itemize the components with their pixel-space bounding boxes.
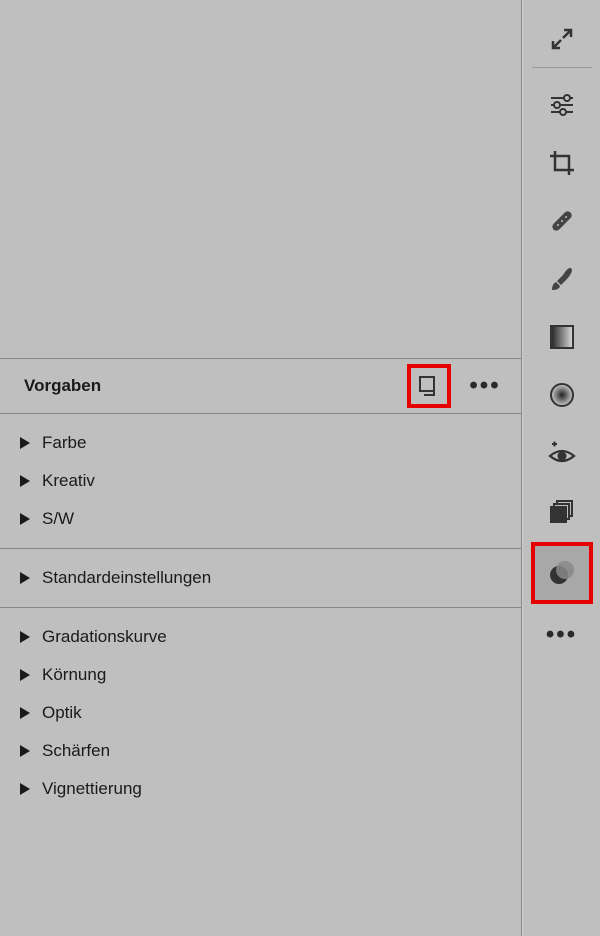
- presets-panel: Vorgaben ••• Farbe Kreativ S/W: [0, 0, 522, 936]
- chevron-right-icon: [20, 669, 30, 681]
- chevron-right-icon: [20, 572, 30, 584]
- collapse-panels-button[interactable]: [532, 10, 592, 68]
- presets-icon: [546, 557, 578, 589]
- preset-group-kreativ[interactable]: Kreativ: [0, 462, 521, 500]
- new-preset-icon: [418, 375, 440, 397]
- preset-group-vignettierung[interactable]: Vignettierung: [0, 770, 521, 808]
- collapse-icon: [549, 26, 575, 52]
- linear-gradient-button[interactable]: [532, 308, 592, 366]
- chevron-right-icon: [20, 707, 30, 719]
- preset-label: Standardeinstellungen: [42, 568, 211, 588]
- preset-group-optik[interactable]: Optik: [0, 694, 521, 732]
- redeye-button[interactable]: [532, 424, 592, 482]
- panel-header: Vorgaben •••: [0, 358, 521, 414]
- preset-label: Farbe: [42, 433, 86, 453]
- toolbar-more-button[interactable]: •••: [532, 606, 592, 664]
- radial-gradient-icon: [548, 381, 576, 409]
- panel-more-button[interactable]: •••: [463, 364, 507, 408]
- preset-group-koernung[interactable]: Körnung: [0, 656, 521, 694]
- radial-gradient-button[interactable]: [532, 366, 592, 424]
- preset-group-farbe[interactable]: Farbe: [0, 424, 521, 462]
- preset-section-2: Standardeinstellungen: [0, 549, 521, 608]
- preset-group-schaerfen[interactable]: Schärfen: [0, 732, 521, 770]
- more-icon: •••: [469, 374, 500, 398]
- chevron-right-icon: [20, 475, 30, 487]
- preset-group-standard[interactable]: Standardeinstellungen: [0, 559, 521, 597]
- preset-label: Optik: [42, 703, 82, 723]
- preview-area: [0, 0, 521, 358]
- preset-label: Kreativ: [42, 471, 95, 491]
- chevron-right-icon: [20, 437, 30, 449]
- chevron-right-icon: [20, 783, 30, 795]
- panel-header-actions: •••: [407, 364, 507, 408]
- crop-button[interactable]: [532, 134, 592, 192]
- create-preset-button[interactable]: [407, 364, 451, 408]
- redeye-icon: [547, 438, 577, 468]
- preset-label: Körnung: [42, 665, 106, 685]
- layers-icon: [548, 497, 576, 525]
- chevron-right-icon: [20, 745, 30, 757]
- heal-icon: [547, 206, 577, 236]
- preset-label: Gradationskurve: [42, 627, 167, 647]
- heal-button[interactable]: [532, 192, 592, 250]
- linear-gradient-icon: [549, 324, 575, 350]
- more-icon: •••: [546, 623, 577, 647]
- chevron-right-icon: [20, 513, 30, 525]
- preset-section-3: Gradationskurve Körnung Optik Schärfen V…: [0, 608, 521, 818]
- right-toolbar: •••: [522, 0, 600, 936]
- crop-icon: [548, 149, 576, 177]
- brush-button[interactable]: [532, 250, 592, 308]
- panel-title: Vorgaben: [24, 376, 407, 396]
- edit-sliders-button[interactable]: [532, 76, 592, 134]
- preset-group-sw[interactable]: S/W: [0, 500, 521, 538]
- presets-button[interactable]: [531, 542, 593, 604]
- preset-label: Vignettierung: [42, 779, 142, 799]
- chevron-right-icon: [20, 631, 30, 643]
- brush-icon: [547, 264, 577, 294]
- preset-label: S/W: [42, 509, 74, 529]
- preset-section-1: Farbe Kreativ S/W: [0, 414, 521, 549]
- sliders-icon: [548, 91, 576, 119]
- layers-button[interactable]: [532, 482, 592, 540]
- preset-group-gradationskurve[interactable]: Gradationskurve: [0, 618, 521, 656]
- preset-label: Schärfen: [42, 741, 110, 761]
